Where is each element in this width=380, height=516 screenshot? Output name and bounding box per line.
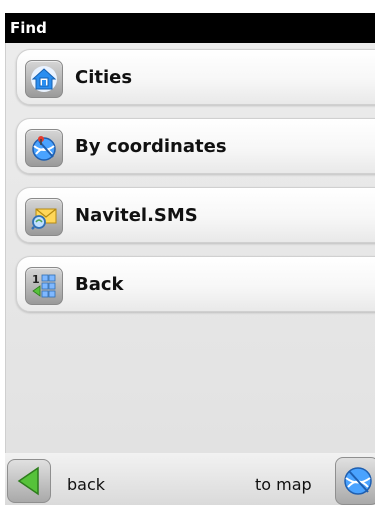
menu-item-label: By coordinates (75, 136, 227, 157)
globe-pin-icon (25, 129, 63, 167)
back-button[interactable] (7, 459, 51, 503)
menu-item-label: Back (75, 274, 124, 295)
house-icon (25, 60, 63, 98)
menu-item-navitel-sms[interactable]: Navitel.SMS (16, 187, 375, 243)
window-title: Find (5, 13, 375, 43)
menu-item-label: Cities (75, 67, 133, 88)
menu-item-cities[interactable]: Cities (16, 49, 375, 105)
numbered-list-back-icon: 1 (25, 267, 63, 305)
menu-item-label: Navitel.SMS (75, 205, 198, 226)
globe-icon (344, 467, 372, 495)
envelope-search-icon (25, 198, 63, 236)
svg-text:1: 1 (32, 273, 40, 286)
app-screen: Find Cities By coordinates Navitel.SMS 1… (5, 13, 375, 505)
back-label[interactable]: back (67, 475, 105, 494)
menu-list: Cities By coordinates Navitel.SMS 1 Back (5, 43, 375, 453)
menu-item-by-coordinates[interactable]: By coordinates (16, 118, 375, 174)
to-map-label[interactable]: to map (255, 475, 312, 494)
to-map-button[interactable] (335, 457, 375, 505)
menu-item-back[interactable]: 1 Back (16, 256, 375, 312)
bottom-toolbar: back to map (5, 453, 375, 505)
arrow-left-icon (17, 466, 39, 496)
